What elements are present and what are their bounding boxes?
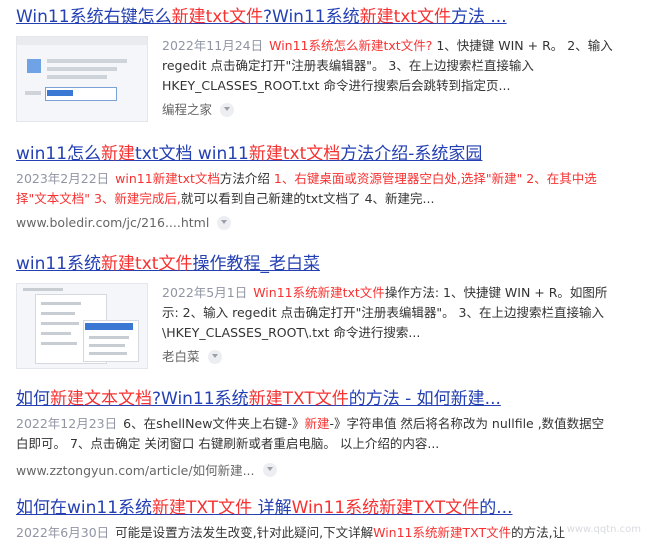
chevron-down-icon[interactable] [220, 103, 235, 117]
result-snippet: 2022年11月24日 Win11系统怎么新建txt文件? 1、快捷键 WIN +… [162, 36, 616, 122]
result-date: 2022年11月24日 [162, 38, 264, 53]
result-date: 2022年5月1日 [162, 285, 248, 300]
result-snippet: 2022年5月1日 Win11系统新建txt文件操作方法: 1、快捷键 WIN +… [162, 283, 616, 369]
result-date: 2022年6月30日 [16, 525, 110, 540]
result-date: 2022年12月23日 [16, 416, 118, 431]
result-snippet: 2023年2月22日 win11新建txt文档方法介绍 1、右键桌面或资源管理器空… [16, 171, 597, 206]
search-result-1: Win11系统右键怎么新建txt文件?Win11系统新建txt文件方法 ... … [16, 6, 616, 122]
result-source[interactable]: www.boledir.com/jc/216....html [16, 215, 616, 230]
chevron-down-icon[interactable] [207, 350, 222, 364]
search-result-4: 如何新建文本文档?Win11系统新建TXT文件的方法 - 如何新建... 202… [16, 388, 616, 479]
result-title-link[interactable]: Win11系统右键怎么新建txt文件?Win11系统新建txt文件方法 ... [16, 6, 616, 28]
result-title-link[interactable]: 如何在win11系统新建TXT文件 详解Win11系统新建TXT文件的... [16, 497, 616, 519]
search-result-5: 如何在win11系统新建TXT文件 详解Win11系统新建TXT文件的... 2… [16, 497, 616, 543]
result-date: 2023年2月22日 [16, 171, 110, 186]
search-result-2: win11怎么新建txt文档 win11新建txt文档方法介绍-系统家园 202… [16, 143, 616, 230]
run-dialog-thumbnail[interactable] [16, 36, 148, 122]
result-source[interactable]: 老白菜 [162, 347, 616, 367]
watermark: www.qqtn.com [566, 524, 641, 535]
result-source[interactable]: www.zztongyun.com/article/如何新建... [16, 460, 616, 479]
result-title-link[interactable]: win11怎么新建txt文档 win11新建txt文档方法介绍-系统家园 [16, 143, 616, 165]
result-snippet: 2022年12月23日 6、在shellNew文件夹上右键-》新建-》字符串值 然… [16, 416, 605, 451]
result-title-link[interactable]: win11系统新建txt文件操作教程_老白菜 [16, 253, 616, 275]
context-menu-thumbnail[interactable] [16, 283, 148, 369]
search-result-3: win11系统新建txt文件操作教程_老白菜 2022年5月1日 Win11系统新… [16, 253, 616, 369]
result-source[interactable]: 编程之家 [162, 100, 616, 120]
result-title-link[interactable]: 如何新建文本文档?Win11系统新建TXT文件的方法 - 如何新建... [16, 388, 616, 410]
chevron-down-icon[interactable] [217, 215, 232, 230]
chevron-down-icon[interactable] [262, 462, 277, 477]
result-snippet: 2022年6月30日 可能是设置方法发生改变,针对此疑问,下文详解Win11系统新… [16, 525, 566, 540]
